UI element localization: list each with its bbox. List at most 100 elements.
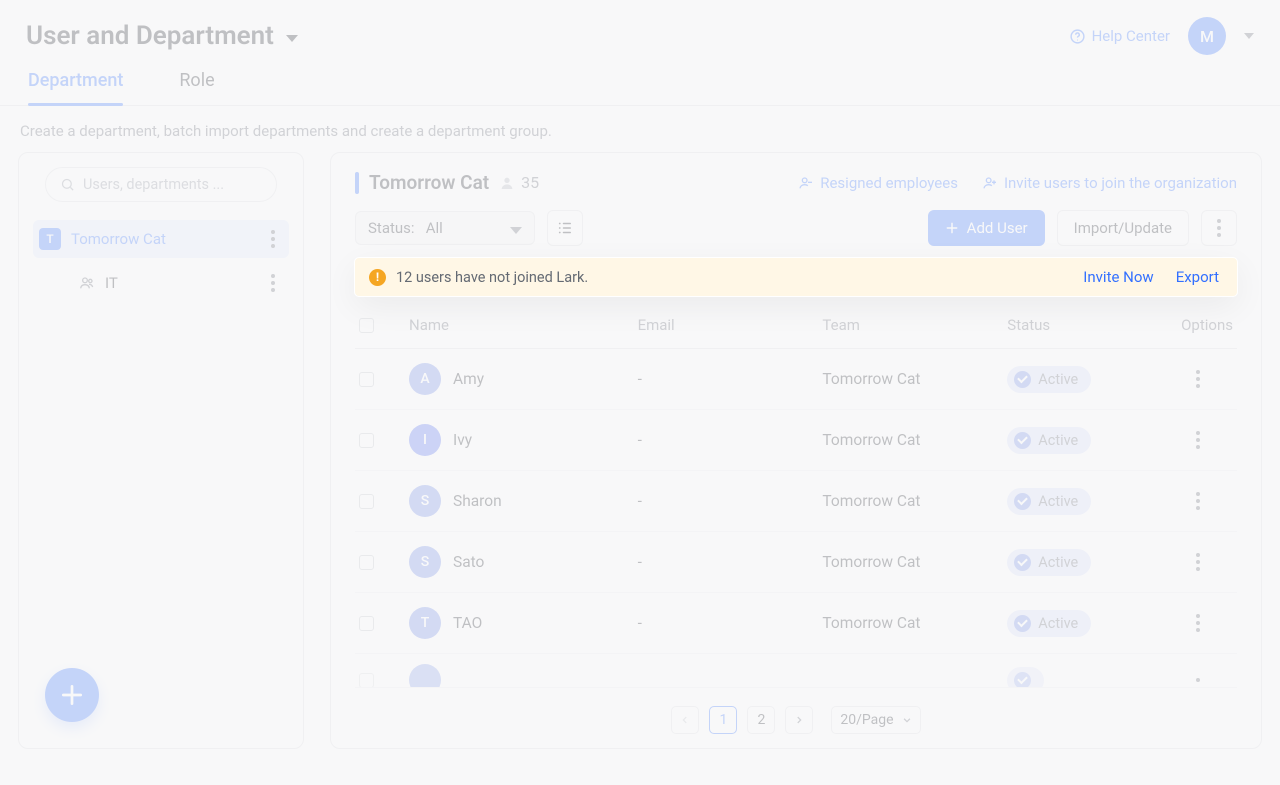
- check-circle-icon: [1014, 371, 1031, 388]
- banner-export-link[interactable]: Export: [1176, 268, 1219, 286]
- table-row: I Ivy - Tomorrow Cat Active: [355, 410, 1237, 471]
- status-badge: Active: [1007, 610, 1091, 637]
- table-row: [355, 654, 1237, 688]
- resigned-employees-link[interactable]: Resigned employees: [798, 174, 958, 192]
- sidebar-item-label: IT: [105, 274, 118, 292]
- check-circle-icon: [1014, 554, 1031, 571]
- link-label: Invite users to join the organization: [1004, 174, 1237, 192]
- user-team: Tomorrow Cat: [822, 370, 997, 388]
- user-team: Tomorrow Cat: [822, 553, 997, 571]
- user-team: Tomorrow Cat: [822, 614, 997, 632]
- warning-icon: !: [369, 269, 386, 286]
- status-badge: Active: [1007, 366, 1091, 393]
- chevron-down-icon: [510, 227, 522, 234]
- tab-role[interactable]: Role: [179, 70, 214, 105]
- user-name: Amy: [453, 370, 484, 388]
- chevron-left-icon: [680, 715, 690, 725]
- pagination-page-2[interactable]: 2: [747, 706, 775, 734]
- table-row: T TAO - Tomorrow Cat Active: [355, 593, 1237, 654]
- import-update-button[interactable]: Import/Update: [1057, 210, 1189, 246]
- row-options-button[interactable]: [1188, 431, 1208, 449]
- add-user-button[interactable]: Add User: [928, 210, 1045, 246]
- table-row: S Sato - Tomorrow Cat Active: [355, 532, 1237, 593]
- user-team: Tomorrow Cat: [822, 492, 997, 510]
- pagination-next[interactable]: [785, 706, 813, 734]
- select-all-checkbox[interactable]: [359, 318, 374, 333]
- department-badge: T: [39, 228, 61, 250]
- row-select-checkbox[interactable]: [359, 372, 374, 387]
- pagination-prev[interactable]: [671, 706, 699, 734]
- chevron-down-icon: [902, 715, 912, 725]
- row-options-button[interactable]: [1188, 678, 1208, 682]
- user-name: Ivy: [453, 431, 472, 449]
- col-name: Name: [409, 316, 628, 334]
- row-options-button[interactable]: [1188, 614, 1208, 632]
- member-count: 35: [521, 173, 539, 192]
- avatar-initial: M: [1200, 27, 1214, 46]
- col-status: Status: [1007, 316, 1153, 334]
- add-department-fab[interactable]: [45, 668, 99, 722]
- user-email: -: [638, 370, 813, 388]
- user-name: Sato: [453, 553, 484, 571]
- sidebar-item-more-icon[interactable]: [263, 230, 283, 248]
- department-tree-sidebar: Users, departments ... T Tomorrow Cat IT: [18, 152, 304, 749]
- help-center-label: Help Center: [1092, 27, 1170, 45]
- current-user-avatar[interactable]: M: [1188, 17, 1226, 55]
- pagesize-label: 20/Page: [840, 712, 893, 728]
- help-center-link[interactable]: Help Center: [1069, 27, 1170, 45]
- invite-users-link[interactable]: Invite users to join the organization: [982, 174, 1237, 192]
- check-circle-icon: [1014, 615, 1031, 632]
- page-description: Create a department, batch import depart…: [0, 106, 1280, 152]
- col-team: Team: [822, 316, 997, 334]
- plus-icon: [59, 682, 85, 708]
- user-avatar: S: [409, 485, 441, 517]
- table-header: Name Email Team Status Options: [355, 302, 1237, 349]
- chevron-down-icon: [286, 35, 298, 42]
- page-title-dropdown[interactable]: User and Department: [26, 21, 298, 51]
- row-select-checkbox[interactable]: [359, 673, 374, 688]
- pagination-pagesize-select[interactable]: 20/Page: [831, 706, 920, 734]
- row-select-checkbox[interactable]: [359, 555, 374, 570]
- col-options: Options: [1163, 316, 1233, 334]
- search-placeholder: Users, departments ...: [83, 176, 224, 193]
- status-filter-select[interactable]: Status: All: [355, 211, 535, 245]
- more-vertical-icon: [1209, 219, 1229, 237]
- user-team: Tomorrow Cat: [822, 431, 997, 449]
- check-circle-icon: [1014, 432, 1031, 449]
- sidebar-item-it[interactable]: IT: [79, 268, 289, 298]
- person-plus-icon: [982, 175, 998, 191]
- search-icon: [60, 177, 75, 192]
- pagination-page-1[interactable]: 1: [709, 706, 737, 734]
- user-name: TAO: [453, 614, 482, 632]
- link-label: Resigned employees: [820, 174, 958, 192]
- sidebar-item-label: Tomorrow Cat: [71, 230, 166, 248]
- row-options-button[interactable]: [1188, 553, 1208, 571]
- user-email: -: [638, 553, 813, 571]
- row-select-checkbox[interactable]: [359, 616, 374, 631]
- status-badge: Active: [1007, 488, 1091, 515]
- person-icon: [499, 175, 515, 191]
- table-row: S Sharon - Tomorrow Cat Active: [355, 471, 1237, 532]
- question-circle-icon: [1069, 28, 1086, 45]
- chevron-right-icon: [794, 715, 804, 725]
- user-avatar: [409, 664, 441, 688]
- row-select-checkbox[interactable]: [359, 433, 374, 448]
- sidebar-item-more-icon[interactable]: [263, 274, 283, 292]
- tab-department[interactable]: Department: [28, 70, 123, 105]
- account-menu-caret-icon[interactable]: [1244, 33, 1254, 39]
- check-circle-icon: [1014, 672, 1031, 689]
- row-options-button[interactable]: [1188, 370, 1208, 388]
- pagination: 1 2 20/Page: [355, 696, 1237, 734]
- row-select-checkbox[interactable]: [359, 494, 374, 509]
- page-title: User and Department: [26, 21, 274, 51]
- list-view-toggle[interactable]: [547, 210, 583, 246]
- sidebar-item-tomorrow-cat[interactable]: T Tomorrow Cat: [33, 220, 289, 258]
- user-avatar: I: [409, 424, 441, 456]
- button-label: Add User: [967, 219, 1028, 237]
- team-icon: [79, 275, 95, 291]
- more-actions-button[interactable]: [1201, 210, 1237, 246]
- row-options-button[interactable]: [1188, 492, 1208, 510]
- search-input[interactable]: Users, departments ...: [45, 167, 277, 202]
- status-badge: Active: [1007, 549, 1091, 576]
- banner-invite-now-link[interactable]: Invite Now: [1083, 268, 1153, 286]
